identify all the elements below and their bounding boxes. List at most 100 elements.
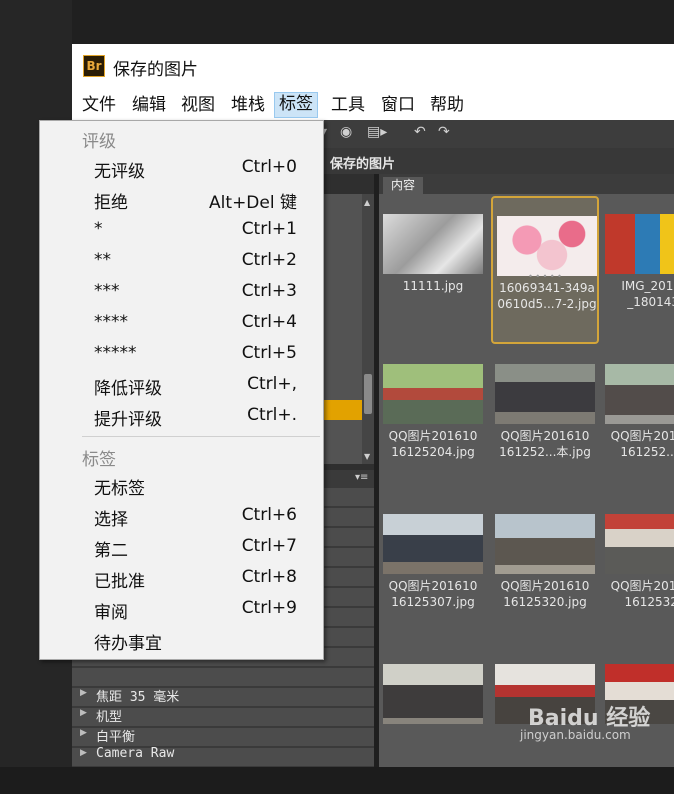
content-tab-bar: 内容 (379, 174, 674, 194)
thumbnail-caption: QQ图片201610 161252...本.jpg (499, 429, 591, 459)
filter-label: Camera Raw (96, 746, 175, 761)
menu-file[interactable]: 文件 (78, 93, 120, 117)
menu-view[interactable]: 视图 (177, 93, 219, 117)
breadcrumb[interactable]: 保存的图片 (330, 153, 395, 172)
thumbnail-item[interactable]: QQ图片201610 16125307.jpg (379, 496, 487, 644)
scroll-down-icon[interactable]: ▼ (364, 452, 370, 461)
bridge-logo-icon: Br (83, 55, 105, 77)
menu-item-todo[interactable]: 待办事宜 (40, 625, 323, 656)
rotate-right-icon[interactable]: ↷ (438, 124, 450, 140)
menu-item-rating-4[interactable]: **** Ctrl+4 (40, 308, 323, 339)
menu-item-shortcut: Ctrl+8 (241, 567, 297, 587)
scroll-thumb[interactable] (364, 374, 372, 414)
menu-item-label: 降低评级 (94, 379, 162, 399)
thumbnail-item[interactable]: QQ图片201610 16125320.jpg (491, 496, 599, 644)
menu-item-select[interactable]: 选择 Ctrl+6 (40, 501, 323, 532)
thumbnail-item[interactable]: 11111.jpg (379, 196, 487, 344)
menu-item-shortcut: Ctrl+5 (241, 343, 297, 363)
expand-arrow-icon: ▶ (80, 688, 87, 698)
thumbnail-item[interactable]: QQ图片20161016125326 (601, 496, 674, 644)
menu-item-approved[interactable]: 已批准 Ctrl+8 (40, 563, 323, 594)
filter-label: 焦距 35 毫米 (96, 690, 180, 705)
menu-item-shortcut: Ctrl+9 (241, 598, 297, 618)
menu-item-increase-rating[interactable]: 提升评级 Ctrl+. (40, 401, 323, 432)
expand-arrow-icon: ▶ (80, 708, 87, 718)
menu-item-no-rating[interactable]: 无评级 Ctrl+0 (40, 153, 323, 184)
menu-item-label: 无评级 (94, 162, 145, 182)
menu-item-rating-3[interactable]: *** Ctrl+3 (40, 277, 323, 308)
menu-item-shortcut: Ctrl+0 (241, 157, 297, 177)
thumbnail-caption: QQ图片201610 16125320.jpg (500, 579, 590, 609)
filter-row[interactable]: ▶ Camera Raw (72, 746, 374, 764)
menu-window[interactable]: 窗口 (377, 93, 419, 117)
thumbnail-caption: QQ图片201610 16125307.jpg (388, 579, 478, 609)
thumbnail-caption: 16069341-349a 0610d5...7-2.jpg (497, 281, 597, 311)
label-section-header: 标签 (82, 450, 116, 470)
menu-stack[interactable]: 堆栈 (227, 93, 269, 117)
menu-item-shortcut: Ctrl+2 (241, 250, 297, 270)
thumbnail-image (383, 664, 483, 724)
menu-item-no-label[interactable]: 无标签 (40, 470, 323, 501)
camera-icon[interactable]: ◉ (340, 124, 352, 140)
menu-item-label: 拒绝 (94, 193, 128, 213)
rotate-left-icon[interactable]: ↶ (414, 124, 426, 140)
content-panel: 内容 11111.jpg • • • • • 16069341-349a 0610… (379, 174, 674, 767)
menu-item-rating-2[interactable]: ** Ctrl+2 (40, 246, 323, 277)
label-menu-dropdown: 评级 无评级 Ctrl+0 拒绝 Alt+Del 键 * Ctrl+1 ** C… (39, 120, 324, 660)
thumbnail-item[interactable]: IMG_20170_180143. (601, 196, 674, 344)
filter-label: 白平衡 (96, 730, 136, 745)
menu-tools[interactable]: 工具 (327, 93, 369, 117)
menu-edit[interactable]: 编辑 (128, 93, 170, 117)
menu-help[interactable]: 帮助 (426, 93, 468, 117)
thumbnail-item[interactable]: QQ图片201610 161252...本.jpg (491, 346, 599, 494)
menu-item-reject[interactable]: 拒绝 Alt+Del 键 (40, 184, 323, 215)
thumbnail-caption: QQ图片201610 16125204.jpg (388, 429, 478, 459)
menu-item-decrease-rating[interactable]: 降低评级 Ctrl+, (40, 370, 323, 401)
menu-item-shortcut: Ctrl+1 (241, 219, 297, 239)
thumbnail-image (383, 214, 483, 274)
thumbnail-item[interactable] (379, 646, 487, 794)
menu-item-label: 提升评级 (94, 410, 162, 430)
menu-item-shortcut: Ctrl+7 (241, 536, 297, 556)
selected-folder-highlight[interactable] (322, 400, 362, 420)
thumbnail-caption: QQ图片20161016125326 (610, 579, 674, 609)
menu-item-shortcut: Ctrl+. (247, 405, 297, 425)
thumbnail-image (605, 214, 674, 274)
thumbnail-item[interactable]: QQ图片201610 16125204.jpg (379, 346, 487, 494)
menu-bar: 文件 编辑 视图 堆栈 标签 工具 窗口 帮助 (72, 90, 674, 121)
menu-item-label: * (94, 219, 103, 239)
menu-separator (82, 436, 320, 437)
menu-item-shortcut: Ctrl+3 (241, 281, 297, 301)
expand-arrow-icon: ▶ (80, 728, 87, 738)
output-icon[interactable]: ▤▸ (367, 124, 387, 140)
menu-label[interactable]: 标签 (274, 92, 318, 118)
desktop-background-top (0, 0, 674, 44)
filter-row[interactable]: ▶ 白平衡 (72, 726, 374, 745)
menu-item-label: ***** (94, 343, 137, 363)
menu-item-review[interactable]: 审阅 Ctrl+9 (40, 594, 323, 625)
thumbnail-image (495, 514, 595, 574)
filter-row[interactable]: ▶ 焦距 35 毫米 (72, 686, 374, 705)
menu-item-label: 已批准 (94, 572, 145, 592)
menu-item-shortcut: Ctrl+4 (241, 312, 297, 332)
menu-item-rating-5[interactable]: ***** Ctrl+5 (40, 339, 323, 370)
scroll-up-icon[interactable]: ▲ (364, 198, 370, 207)
tab-content[interactable]: 内容 (383, 177, 424, 194)
filter-row[interactable]: ▶ 机型 (72, 706, 374, 725)
menu-item-second[interactable]: 第二 Ctrl+7 (40, 532, 323, 563)
thumbnail-image (495, 364, 595, 424)
panel-menu-icon[interactable]: ▾≡ (355, 472, 368, 483)
window-title: 保存的图片 (113, 60, 198, 80)
filter-label: 机型 (96, 710, 123, 725)
thumbnail-caption: 11111.jpg (402, 279, 464, 293)
menu-item-label: 无标签 (94, 479, 145, 499)
thumbnail-item[interactable]: QQ图片201610161252...本 (601, 346, 674, 494)
thumbnail-caption: IMG_20170_180143. (621, 279, 674, 309)
thumbnail-image (605, 364, 674, 424)
expand-arrow-icon: ▶ (80, 748, 87, 758)
thumbnail-caption: QQ图片201610161252...本 (610, 429, 674, 459)
folders-scrollbar[interactable] (362, 194, 374, 464)
thumbnail-item-selected[interactable]: • • • • • 16069341-349a 0610d5...7-2.jpg (491, 196, 599, 344)
menu-item-label: 审阅 (94, 603, 128, 623)
menu-item-rating-1[interactable]: * Ctrl+1 (40, 215, 323, 246)
